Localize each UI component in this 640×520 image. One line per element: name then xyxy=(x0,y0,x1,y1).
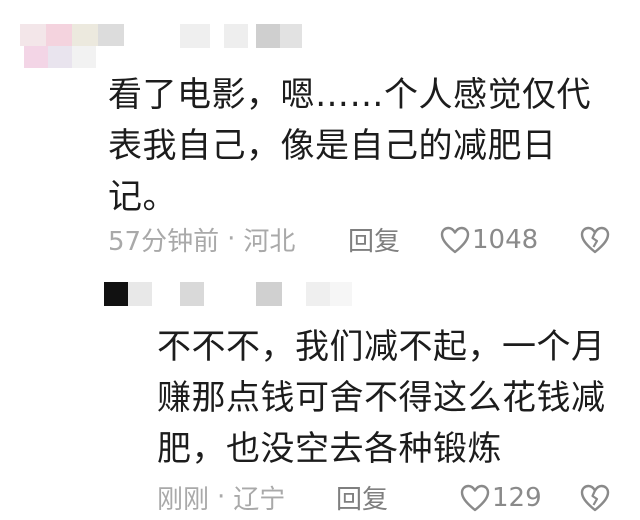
comment-2-reply-button[interactable]: 回复 xyxy=(336,479,388,516)
comment-1-like-button[interactable]: 1048 xyxy=(440,220,538,260)
comment-1-location: 河北 xyxy=(243,226,296,257)
comment-1-separator: · xyxy=(227,224,236,254)
comment-1-meta: 57分钟前 · 河北 xyxy=(108,219,295,259)
comment-1-text: 看了电影，嗯……个人感觉仅代 表我自己，像是自己的减肥日 记。 xyxy=(108,70,628,223)
heart-icon xyxy=(440,226,470,254)
broken-heart-icon[interactable] xyxy=(580,226,610,254)
comment-1-reply-button[interactable]: 回复 xyxy=(348,221,400,258)
comment-2-like-count: 129 xyxy=(492,483,542,513)
comment-2-meta: 刚刚 · 辽宁 xyxy=(157,477,285,517)
comment-2-location: 辽宁 xyxy=(233,484,286,515)
username-2[interactable] xyxy=(100,282,360,308)
comment-1-line-3: 记。 xyxy=(108,177,177,217)
comment-2-line-1: 不不不，我们减不起，一个月 xyxy=(157,327,606,367)
comment-2-line-3: 肥，也没空去各种锻炼 xyxy=(157,429,502,469)
heart-icon xyxy=(460,484,490,512)
comment-1-time: 57分钟前 xyxy=(108,226,220,257)
broken-heart-icon[interactable] xyxy=(580,484,610,512)
comment-1-like-count: 1048 xyxy=(472,225,539,255)
comment-2-line-2: 赚那点钱可舍不得这么花钱减 xyxy=(157,378,606,418)
comment-2-like-button[interactable]: 129 xyxy=(460,478,542,518)
comment-1-line-1: 看了电影，嗯……个人感觉仅代 xyxy=(108,75,591,115)
avatar-1[interactable] xyxy=(20,18,130,78)
comment-1-line-2: 表我自己，像是自己的减肥日 xyxy=(108,126,557,166)
username-1[interactable] xyxy=(176,24,316,50)
comment-2-time: 刚刚 xyxy=(157,484,210,515)
comment-2-text: 不不不，我们减不起，一个月 赚那点钱可舍不得这么花钱减 肥，也没空去各种锻炼 xyxy=(157,322,627,475)
comment-2-separator: · xyxy=(217,482,226,512)
